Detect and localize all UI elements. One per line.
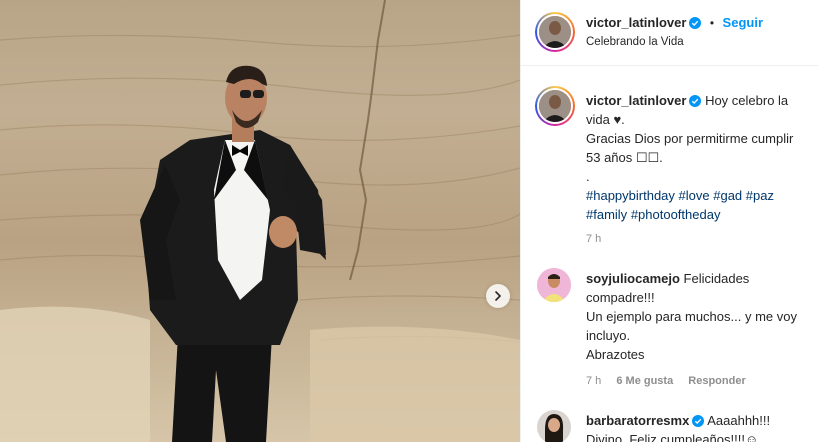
hashtag[interactable]: #photooftheday — [631, 207, 721, 222]
commenter-avatar[interactable] — [537, 410, 571, 442]
comment: barbaratorresmx Aaaahhh!!! Divino. Feliz… — [586, 411, 811, 442]
hashtag[interactable]: #family — [586, 207, 627, 222]
caption-meta: 7 h — [586, 233, 613, 245]
avatar-image — [539, 16, 571, 48]
caption-line-2: Gracias Dios por permitirme cumplir 53 a… — [586, 131, 794, 165]
header-line: victor_latinlover • Seguir — [586, 14, 763, 32]
caption-avatar[interactable] — [535, 86, 575, 126]
comment-username[interactable]: barbaratorresmx — [586, 413, 689, 428]
hashtag[interactable]: #paz — [746, 188, 774, 203]
hashtag[interactable]: #gad — [713, 188, 742, 203]
comment-text-2: Divino. Feliz cumpleaños!!!!☺ — [586, 432, 759, 442]
author-avatar[interactable] — [535, 12, 575, 52]
caption-timestamp[interactable]: 7 h — [586, 233, 601, 245]
post-header: victor_latinlover • Seguir Celebrando la… — [521, 0, 818, 66]
comment-text-3: Abrazotes — [586, 347, 645, 362]
caption-line-3: . — [586, 169, 590, 184]
verified-badge-icon — [689, 95, 702, 107]
comment-likes[interactable]: 6 Me gusta — [616, 375, 673, 387]
hashtag[interactable]: #happybirthday — [586, 188, 675, 203]
comment-timestamp[interactable]: 7 h — [586, 375, 601, 387]
follow-button[interactable]: Seguir — [723, 15, 763, 30]
verified-badge-icon — [689, 17, 702, 29]
reply-button[interactable]: Responder — [688, 375, 745, 387]
comment-username[interactable]: soyjuliocamejo — [586, 271, 680, 286]
caption-hashtags: #happybirthday #love #gad #paz #family #… — [586, 186, 811, 224]
post-side-panel: victor_latinlover • Seguir Celebrando la… — [520, 0, 818, 442]
hashtag[interactable]: #love — [679, 188, 710, 203]
chevron-right-icon — [495, 291, 502, 301]
caption-username[interactable]: victor_latinlover — [586, 93, 686, 108]
comment-text-1: Aaaahhh!!! — [707, 413, 771, 428]
carousel-next-button[interactable] — [486, 284, 510, 308]
comment-meta: 7 h 6 Me gusta Responder — [586, 375, 758, 387]
photo-scene — [0, 0, 520, 442]
verified-badge-icon — [692, 415, 705, 427]
header-separator: • — [709, 16, 715, 30]
caption: victor_latinlover Hoy celebro la vida ♥.… — [586, 91, 811, 224]
post-location[interactable]: Celebrando la Vida — [586, 36, 684, 48]
comment: soyjuliocamejo Felicidades compadre!!! U… — [586, 269, 811, 364]
comment-text-2: Un ejemplo para muchos... y me voy inclu… — [586, 309, 797, 343]
avatar-image — [537, 268, 571, 302]
author-username[interactable]: victor_latinlover — [586, 15, 686, 30]
avatar-image — [539, 90, 571, 122]
avatar-image — [537, 410, 571, 442]
post-photo[interactable] — [0, 0, 520, 442]
commenter-avatar[interactable] — [537, 268, 571, 302]
